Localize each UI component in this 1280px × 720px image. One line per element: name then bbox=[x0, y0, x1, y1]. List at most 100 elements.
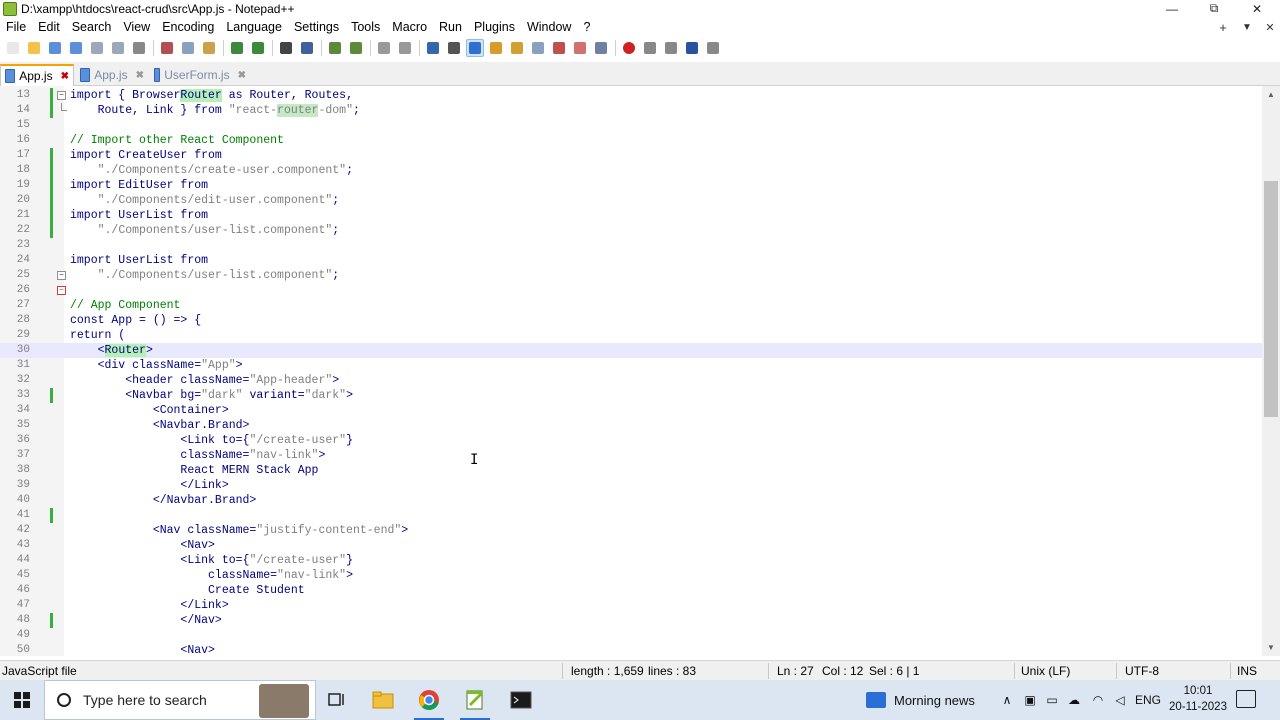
wifi-icon[interactable]: ◠ bbox=[1088, 680, 1108, 720]
scroll-thumb[interactable] bbox=[1264, 181, 1278, 417]
news-widget[interactable]: Morning news bbox=[866, 680, 975, 720]
code-line[interactable]: 15 bbox=[0, 118, 1262, 133]
task-view-button[interactable] bbox=[314, 680, 360, 720]
redo-icon[interactable] bbox=[249, 39, 267, 57]
code-line[interactable]: 25 − "./Components/user-list.component"; bbox=[0, 268, 1262, 283]
code-line[interactable]: 45 className="nav-link"> bbox=[0, 568, 1262, 583]
code-line[interactable]: 31 <div className="App"> bbox=[0, 358, 1262, 373]
menu-encoding[interactable]: Encoding bbox=[156, 20, 220, 34]
minimize-button[interactable]: — bbox=[1152, 0, 1192, 17]
taskbar-search-box[interactable]: Type here to search bbox=[44, 680, 316, 720]
new-file-icon[interactable] bbox=[4, 39, 22, 57]
code-line[interactable]: 48 </Nav> bbox=[0, 613, 1262, 628]
notepad-plus-plus-taskbar-button[interactable] bbox=[452, 680, 498, 720]
menu-tools[interactable]: Tools bbox=[345, 20, 386, 34]
code-line[interactable]: 39 </Link> bbox=[0, 478, 1262, 493]
menu-macro[interactable]: Macro bbox=[386, 20, 433, 34]
code-line[interactable]: 41 bbox=[0, 508, 1262, 523]
tab-app-js-2[interactable]: App.js ✖ bbox=[76, 64, 148, 86]
code-line[interactable]: 46 Create Student bbox=[0, 583, 1262, 598]
cut-icon[interactable] bbox=[158, 39, 176, 57]
close-window-button[interactable]: ✕ bbox=[1237, 0, 1277, 17]
user-language-icon[interactable] bbox=[487, 39, 505, 57]
code-line[interactable]: 50 <Nav> bbox=[0, 643, 1262, 656]
close-tab-icon[interactable]: ✖ bbox=[61, 71, 69, 82]
save-icon[interactable] bbox=[46, 39, 64, 57]
code-line[interactable]: 49 bbox=[0, 628, 1262, 643]
terminal-button[interactable] bbox=[498, 680, 544, 720]
word-wrap-icon[interactable] bbox=[424, 39, 442, 57]
code-line[interactable]: 19 import EditUser from bbox=[0, 178, 1262, 193]
new-tab-button[interactable]: + bbox=[1211, 17, 1235, 37]
replace-icon[interactable] bbox=[298, 39, 316, 57]
open-file-icon[interactable] bbox=[25, 39, 43, 57]
tab-app-js[interactable]: App.js ✖ bbox=[0, 64, 74, 86]
restore-button[interactable]: ⧉ bbox=[1194, 0, 1234, 17]
code-line[interactable]: 18 "./Components/create-user.component"; bbox=[0, 163, 1262, 178]
indent-guide-icon[interactable] bbox=[466, 39, 484, 57]
tab-userform-js[interactable]: UserForm.js ✖ bbox=[150, 64, 250, 86]
copy-icon[interactable] bbox=[179, 39, 197, 57]
menu-run[interactable]: Run bbox=[433, 20, 468, 34]
meet-now-icon[interactable]: ▣ bbox=[1020, 680, 1040, 720]
code-line[interactable]: 26 − bbox=[0, 283, 1262, 298]
code-line[interactable]: 16 // Import other React Component bbox=[0, 133, 1262, 148]
code-line[interactable]: 14 Route, Link } from "react-router-dom"… bbox=[0, 103, 1262, 118]
record-macro-icon[interactable] bbox=[620, 39, 638, 57]
menu-plugins[interactable]: Plugins bbox=[468, 20, 521, 34]
doc-map-icon[interactable] bbox=[508, 39, 526, 57]
clock[interactable]: 10:01 20-11-2023 bbox=[1166, 683, 1230, 715]
zoom-in-icon[interactable] bbox=[326, 39, 344, 57]
code-line[interactable]: 13 − import { BrowserRouter as Router, Rou… bbox=[0, 88, 1262, 103]
doc-list-icon[interactable] bbox=[529, 39, 547, 57]
close-tab-icon[interactable]: ✖ bbox=[238, 70, 246, 81]
scroll-up-icon[interactable]: ▲ bbox=[1262, 86, 1280, 103]
onedrive-icon[interactable]: ☁ bbox=[1064, 680, 1084, 720]
code-line[interactable]: 40 </Navbar.Brand> bbox=[0, 493, 1262, 508]
code-line[interactable]: 28 const App = () => { bbox=[0, 313, 1262, 328]
fold-toggle-icon[interactable]: − bbox=[57, 286, 66, 295]
code-line[interactable]: 37 className="nav-link"> bbox=[0, 448, 1262, 463]
menu-file[interactable]: File bbox=[0, 20, 32, 34]
code-line[interactable]: 34 <Container> bbox=[0, 403, 1262, 418]
close-icon[interactable] bbox=[88, 39, 106, 57]
menu-settings[interactable]: Settings bbox=[288, 20, 345, 34]
code-line[interactable]: 24 import UserList from bbox=[0, 253, 1262, 268]
function-list-icon[interactable] bbox=[550, 39, 568, 57]
input-language[interactable]: ENG bbox=[1134, 680, 1162, 720]
play-macro-icon[interactable] bbox=[662, 39, 680, 57]
start-button[interactable] bbox=[0, 680, 44, 720]
menu-language[interactable]: Language bbox=[220, 20, 288, 34]
menu-window[interactable]: Window bbox=[521, 20, 577, 34]
stop-macro-icon[interactable] bbox=[641, 39, 659, 57]
close-tab-icon[interactable]: ✖ bbox=[136, 70, 144, 81]
paste-icon[interactable] bbox=[200, 39, 218, 57]
sync-vertical-icon[interactable] bbox=[375, 39, 393, 57]
show-all-chars-icon[interactable] bbox=[445, 39, 463, 57]
close-all-icon[interactable] bbox=[109, 39, 127, 57]
code-line[interactable]: 23 bbox=[0, 238, 1262, 253]
scroll-down-icon[interactable]: ▼ bbox=[1262, 639, 1280, 656]
show-hidden-icons-icon[interactable]: ∧ bbox=[998, 680, 1016, 720]
code-line[interactable]: 35 <Navbar.Brand> bbox=[0, 418, 1262, 433]
code-line[interactable]: 38 React MERN Stack App bbox=[0, 463, 1262, 478]
tab-list-dropdown[interactable]: ▼ bbox=[1235, 17, 1259, 37]
code-line[interactable]: 29 return ( bbox=[0, 328, 1262, 343]
monitoring-icon[interactable] bbox=[592, 39, 610, 57]
code-line[interactable]: 17 import CreateUser from bbox=[0, 148, 1262, 163]
code-line[interactable]: 33 <Navbar bg="dark" variant="dark"> bbox=[0, 388, 1262, 403]
run-macro-multiple-icon[interactable] bbox=[683, 39, 701, 57]
chrome-button[interactable] bbox=[406, 680, 452, 720]
save-macro-icon[interactable] bbox=[704, 39, 722, 57]
save-all-icon[interactable] bbox=[67, 39, 85, 57]
code-line[interactable]: 21 import UserList from bbox=[0, 208, 1262, 223]
fold-toggle-icon[interactable]: − bbox=[57, 271, 66, 280]
folder-workspace-icon[interactable] bbox=[571, 39, 589, 57]
code-line[interactable]: 43 <Nav> bbox=[0, 538, 1262, 553]
code-line[interactable]: 36 <Link to={"/create-user"} bbox=[0, 433, 1262, 448]
code-line[interactable]: 30 <Router> bbox=[0, 343, 1262, 358]
code-line[interactable]: 20 "./Components/edit-user.component"; bbox=[0, 193, 1262, 208]
undo-icon[interactable] bbox=[228, 39, 246, 57]
menu-search[interactable]: Search bbox=[66, 20, 118, 34]
menu-view[interactable]: View bbox=[117, 20, 156, 34]
